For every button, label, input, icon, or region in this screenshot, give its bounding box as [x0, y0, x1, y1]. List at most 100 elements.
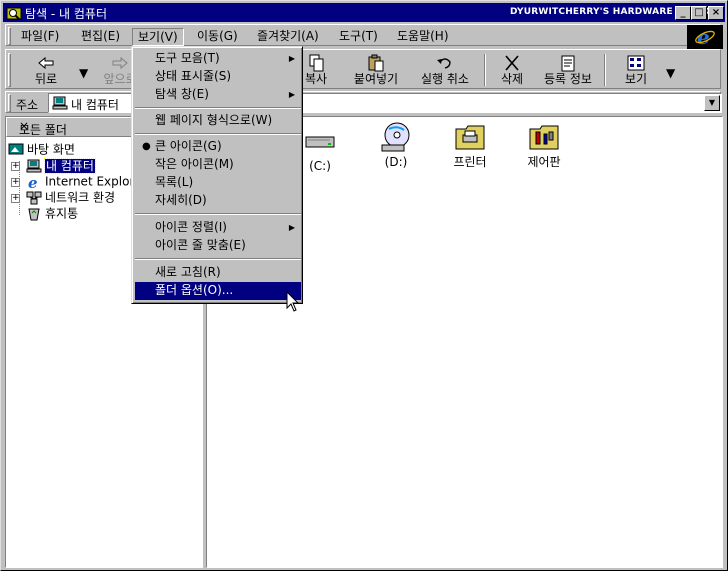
menu-item-label: 탐색 창(E) [155, 87, 209, 101]
delete-icon [505, 55, 519, 71]
my-computer-icon [26, 159, 42, 172]
maximize-button[interactable]: □ [691, 6, 707, 20]
views-label: 보기 [624, 72, 648, 86]
menu-edit[interactable]: 편집(E) [76, 28, 125, 46]
delete-label: 삭제 [500, 72, 524, 86]
menu-help[interactable]: 도움말(H) [392, 28, 454, 46]
forward-arrow-icon [112, 56, 128, 70]
menu-item-label: 목록(L) [155, 175, 194, 189]
menu-item-label: 작은 아이콘(M) [155, 157, 234, 171]
menu-item-label: 폴더 옵션(O)... [155, 283, 234, 297]
toolbar-grip[interactable] [8, 53, 11, 87]
submenu-arrow-icon: ▶ [288, 90, 295, 99]
ie-logo-icon: e [695, 27, 715, 47]
view-menu-item-explorer-bar[interactable]: 탐색 창(E) ▶ [135, 86, 301, 104]
view-menu-item-small-icons[interactable]: 작은 아이콘(M) [135, 156, 301, 174]
view-menu-item-status-bar[interactable]: 상태 표시줄(S) [135, 68, 301, 86]
tree-expand-toggle[interactable]: + [11, 178, 20, 187]
tree-expand-toggle[interactable]: + [11, 194, 20, 203]
undo-button[interactable]: 실행 취소 [412, 52, 478, 88]
menu-item-label: 큰 아이콘(G) [155, 139, 222, 153]
window-title: 탐색 - 내 컴퓨터 [25, 7, 108, 21]
menu-go[interactable]: 이동(G) [192, 28, 243, 46]
menu-separator [135, 258, 301, 260]
minimize-button[interactable]: _ [675, 6, 691, 20]
svg-text:e: e [28, 175, 38, 189]
control-panel-label: 제어판 [527, 155, 561, 169]
menu-item-label: 아이콘 줄 맞춤(E) [155, 238, 246, 252]
tree-item-label: 휴지통 [45, 206, 79, 221]
view-menu-item-toolbars[interactable]: 도구 모음(T) ▶ [135, 50, 301, 68]
views-button[interactable]: 보기 [616, 52, 656, 88]
tree-item-my-computer[interactable]: 내 컴퓨터 [26, 157, 96, 174]
address-dropdown-button[interactable]: ▼ [704, 95, 720, 111]
menu-item-label: 아이콘 정렬(I) [155, 220, 227, 234]
view-menu-item-refresh[interactable]: 새로 고침(R) [135, 264, 301, 282]
view-menu-item-as-web-page[interactable]: 웹 페이지 형식으로(W) [135, 112, 301, 130]
back-label: 뒤로 [34, 72, 58, 86]
tree-item-desktop[interactable]: 바탕 화면 [8, 141, 75, 157]
ie-throbber-logo: e [687, 25, 723, 49]
title-bar[interactable]: 탐색 - 내 컴퓨터 DYURWITCHERRY'S HARDWARE SECT… [3, 3, 725, 22]
menu-file[interactable]: 파일(F) [16, 28, 64, 46]
undo-icon [437, 58, 451, 69]
toolbar-separator [484, 54, 486, 86]
tree-expand-toggle[interactable]: + [11, 162, 20, 171]
views-icon [627, 55, 645, 71]
view-menu-item-list[interactable]: 목록(L) [135, 174, 301, 192]
properties-icon [561, 55, 575, 72]
menu-tools[interactable]: 도구(T) [334, 28, 383, 46]
menubar-grip[interactable] [8, 27, 11, 45]
addressbar-grip[interactable] [8, 94, 11, 112]
desktop-icon [8, 143, 24, 154]
mouse-cursor-icon [286, 291, 300, 312]
control-panel-icon [529, 125, 559, 150]
view-menu-item-arrange-icons[interactable]: 아이콘 정렬(I) ▶ [135, 219, 301, 237]
menu-separator [135, 213, 301, 215]
tree-item-internet-explorer[interactable]: e Internet Explorer [26, 173, 146, 189]
address-bar: 주소 내 컴퓨터 ▼ [5, 91, 722, 113]
tree-item-network[interactable]: 네트워크 환경 [26, 189, 115, 205]
menu-view[interactable]: 보기(V) [132, 28, 184, 46]
menu-item-label: 웹 페이지 형식으로(W) [155, 113, 273, 127]
view-menu-item-large-icons[interactable]: ● 큰 아이콘(G) [135, 138, 301, 156]
network-neighborhood-icon [26, 191, 42, 204]
printers-label: 프린터 [453, 155, 487, 169]
explorer-window: 탐색 - 내 컴퓨터 DYURWITCHERRY'S HARDWARE SECT… [0, 0, 728, 571]
paste-button[interactable]: 붙여넣기 [346, 52, 406, 88]
back-arrow-icon [38, 56, 54, 70]
view-menu-item-details[interactable]: 자세히(D) [135, 192, 301, 210]
close-button[interactable]: × [708, 6, 724, 20]
drive-d-item[interactable]: (D:) [361, 121, 431, 169]
toolbar-separator [604, 54, 606, 86]
view-menu-dropdown: 도구 모음(T) ▶ 상태 표시줄(S) 탐색 창(E) ▶ 웹 페이지 형식으… [131, 46, 303, 304]
menu-item-label: 자세히(D) [155, 193, 207, 207]
tree-item-label: 바탕 화면 [27, 142, 75, 157]
back-button[interactable]: 뒤로 [20, 52, 72, 88]
menu-item-label: 도구 모음(T) [155, 51, 220, 65]
menu-favorites[interactable]: 즐겨찾기(A) [252, 28, 324, 46]
undo-label: 실행 취소 [421, 72, 469, 86]
control-panel-item[interactable]: 제어판 [509, 121, 579, 169]
menu-item-label: 새로 고침(R) [155, 265, 221, 279]
delete-button[interactable]: 삭제 [492, 52, 532, 88]
recycle-bin-icon [28, 208, 40, 220]
menu-item-label: 상태 표시줄(S) [155, 69, 231, 83]
printers-item[interactable]: 프린터 [435, 121, 505, 169]
address-label: 주소 [16, 98, 39, 112]
view-menu-item-line-up-icons[interactable]: 아이콘 줄 맞춤(E) [135, 237, 301, 255]
tree-item-recycle-bin[interactable]: 휴지통 [26, 205, 78, 221]
standard-toolbar: 뒤로 ▼ 앞으로 복사 붙여넣기 실행 취소 삭제 등록 정보 보기 ▼ [5, 49, 721, 89]
printers-folder-icon [455, 125, 485, 150]
submenu-arrow-icon: ▶ [288, 223, 295, 232]
cd-drive-icon [381, 122, 410, 152]
my-computer-small-icon [52, 96, 68, 110]
radio-bullet-icon: ● [142, 141, 151, 152]
menu-separator [135, 133, 301, 135]
properties-button[interactable]: 등록 정보 [538, 52, 598, 88]
view-menu-item-folder-options[interactable]: 폴더 옵션(O)... [135, 282, 301, 300]
menu-bar: 파일(F) 편집(E) 보기(V) 이동(G) 즐겨찾기(A) 도구(T) 도움… [5, 24, 721, 46]
hard-drive-icon [305, 136, 335, 148]
copy-icon [309, 54, 324, 72]
address-value: 내 컴퓨터 [71, 98, 119, 112]
